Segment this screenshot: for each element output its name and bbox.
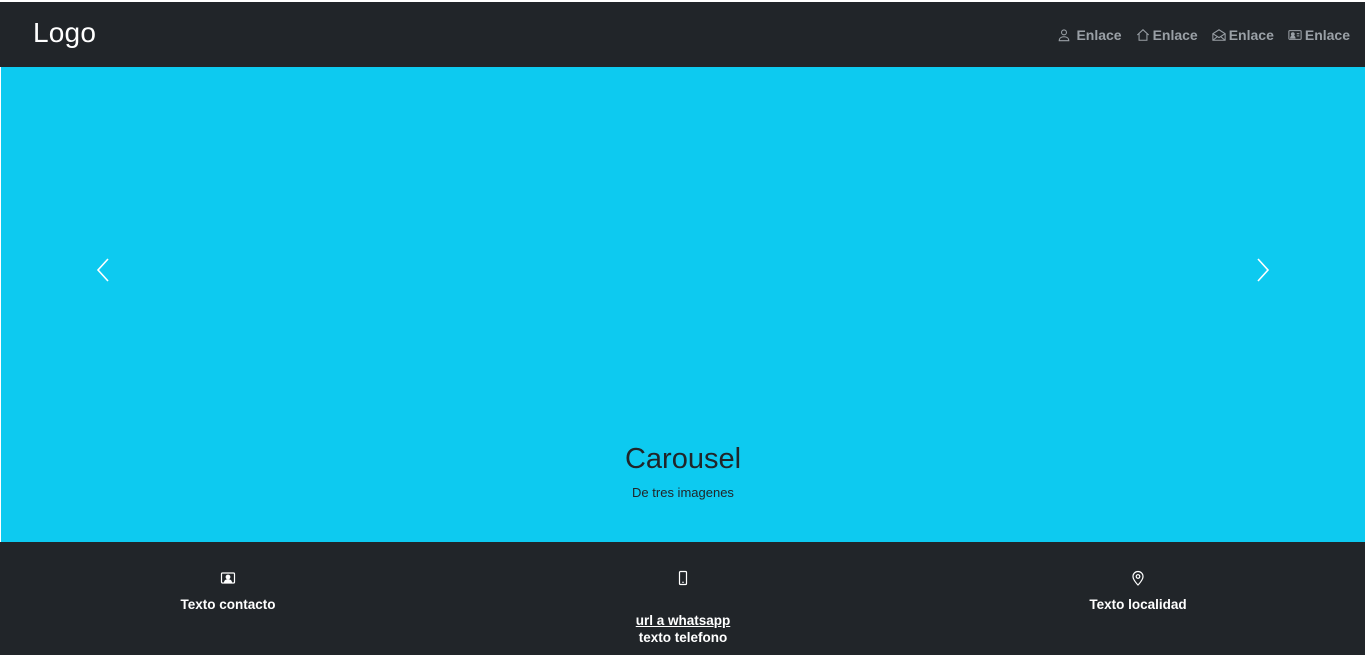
phone-icon [678, 570, 688, 586]
navbar: Logo Enlace Enlace Enlace Enlace [0, 2, 1365, 67]
nav-link-label: Enlace [1228, 27, 1274, 43]
footer-location-text: Texto localidad [1089, 597, 1187, 612]
footer: Texto contacto url a whatsapp texto tele… [0, 542, 1365, 655]
footer-phone-text: texto telefono [638, 630, 728, 645]
carousel-caption: Carousel De tres imagenes [1, 441, 1365, 501]
nav-link-contact[interactable]: Enlace [1288, 27, 1350, 43]
whatsapp-link[interactable]: url a whatsapp [605, 612, 761, 629]
person-icon [1059, 29, 1070, 42]
footer-phone: url a whatsapp texto telefono [605, 570, 761, 646]
house-icon [1136, 29, 1149, 41]
envelope-open-icon [1212, 29, 1226, 41]
chevron-right-icon [1257, 258, 1270, 282]
footer-contact-text: Texto contacto [180, 597, 276, 612]
nav-link-home[interactable]: Enlace [1136, 27, 1198, 43]
carousel-subtitle: De tres imagenes [632, 485, 734, 500]
nav-links: Enlace Enlace Enlace Enlace [1043, 25, 1350, 45]
person-vcard-icon [1288, 30, 1302, 40]
nav-link-label: Enlace [1152, 27, 1198, 43]
nav-link-mail[interactable]: Enlace [1212, 27, 1274, 43]
nav-link-label: Enlace [1076, 27, 1122, 43]
footer-contact: Texto contacto [150, 570, 306, 613]
footer-location: Texto localidad [1060, 570, 1216, 613]
geo-pin-icon [1132, 570, 1144, 586]
nav-link-profile[interactable]: Enlace [1057, 27, 1122, 43]
nav-link-label: Enlace [1304, 27, 1350, 43]
carousel-prev-button[interactable] [88, 255, 118, 285]
person-badge-icon [220, 572, 236, 584]
carousel-title: Carousel [624, 443, 742, 475]
chevron-left-icon [96, 258, 109, 282]
logo[interactable]: Logo [33, 17, 96, 49]
carousel: Carousel De tres imagenes [1, 67, 1365, 542]
carousel-next-button[interactable] [1248, 255, 1278, 285]
